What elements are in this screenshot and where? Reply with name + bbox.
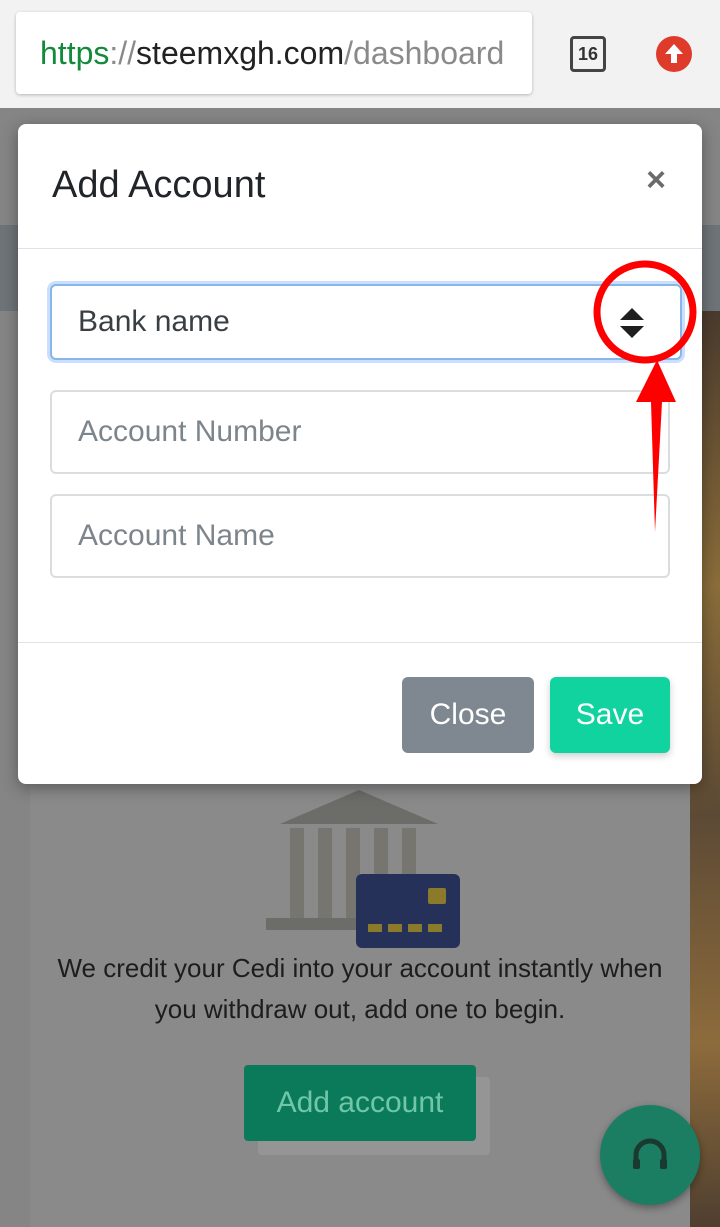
bank-name-select-value: Bank name [78,305,230,338]
close-icon[interactable]: × [636,160,676,200]
save-button[interactable]: Save [550,677,670,753]
address-bar[interactable]: https://steemxgh.com/dashboard [16,12,532,94]
arrow-down-icon [620,326,644,338]
bank-roof [280,790,438,824]
browser-toolbar: https://steemxgh.com/dashboard 16 [0,0,720,108]
headset-icon [633,1138,667,1169]
modal-header-divider [18,248,702,249]
card-chip [428,888,446,904]
card-number-dots [368,924,448,932]
bank-illustration [262,784,462,949]
url-host: steemxgh.com [136,35,345,71]
add-account-modal: Add Account × Bank name Close Save [18,124,702,784]
close-button[interactable]: Close [402,677,534,753]
support-fab[interactable] [600,1105,700,1205]
url-separator: :// [109,35,137,71]
credit-card-icon [356,874,460,948]
bank-pillar [290,828,304,918]
empty-state-message: We credit your Cedi into your account in… [57,953,663,1024]
arrow-up-icon [665,44,683,63]
modal-footer-divider [18,642,702,643]
select-arrows-icon[interactable] [618,308,646,342]
tab-switcher-button[interactable]: 16 [570,36,606,72]
account-name-field[interactable] [50,494,670,578]
bank-name-select[interactable]: Bank name [50,284,682,360]
arrow-up-icon [620,308,644,320]
bank-pillar [318,828,332,918]
url-scheme: https [40,35,110,71]
url-path: /dashboard [344,35,505,71]
account-number-field[interactable] [50,390,670,474]
modal-title: Add Account [52,164,266,206]
add-account-button[interactable]: Add account [244,1065,476,1141]
browser-update-icon[interactable] [656,36,692,72]
